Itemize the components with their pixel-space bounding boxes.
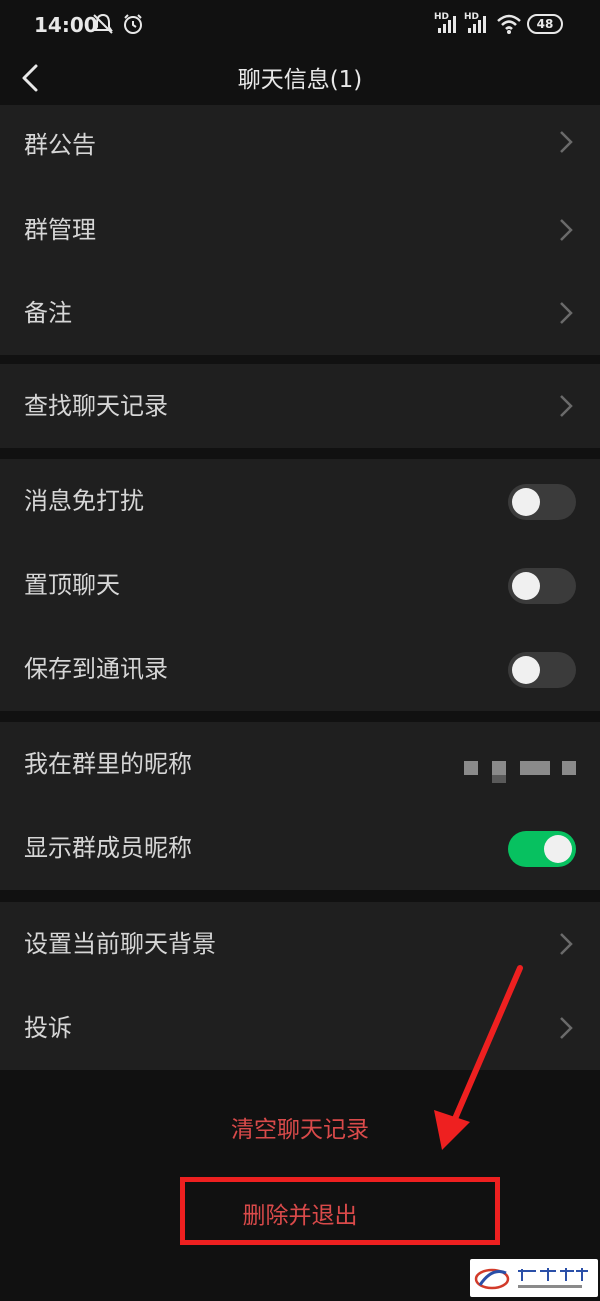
chevron-right-icon <box>560 131 573 153</box>
settings-section: 消息免打扰 置顶聊天 保存到通讯录 <box>0 459 600 711</box>
row-label-manage: 群管理 <box>24 216 96 244</box>
row-sticky: 置顶聊天 <box>0 543 600 627</box>
status-bar: 14:00 HD HD 48 <box>0 0 600 50</box>
row-show-nicknames: 显示群成员昵称 <box>0 806 600 890</box>
status-time: 14:00 <box>34 13 98 37</box>
annotation-highlight-box <box>180 1177 500 1245</box>
toggle-knob <box>512 488 540 516</box>
row-label-save-contacts: 保存到通讯录 <box>24 655 168 683</box>
chevron-right-icon <box>560 933 573 955</box>
row-label-complain: 投诉 <box>24 1014 72 1042</box>
title-bar: 聊天信息(1) <box>0 50 600 105</box>
wifi-icon <box>497 14 521 34</box>
nickname-value-blurred <box>464 761 578 783</box>
battery-indicator: 48 <box>527 14 563 34</box>
row-label-set-background: 设置当前聊天背景 <box>24 930 216 958</box>
row-save-contacts: 保存到通讯录 <box>0 627 600 711</box>
row-label-mute: 消息免打扰 <box>24 487 144 515</box>
group-info-section: 群公告 群管理 备注 <box>0 105 600 355</box>
row-label-my-nickname: 我在群里的昵称 <box>24 750 192 778</box>
row-find-history[interactable]: 查找聊天记录 <box>0 364 600 448</box>
chevron-right-icon <box>560 1017 573 1039</box>
alarm-icon <box>124 14 142 34</box>
nickname-section: 我在群里的昵称 显示群成员昵称 <box>0 722 600 890</box>
cellular-signal-icon <box>438 16 456 33</box>
row-mute: 消息免打扰 <box>0 459 600 543</box>
chevron-right-icon <box>560 219 573 241</box>
row-my-nickname[interactable]: 我在群里的昵称 <box>0 722 600 806</box>
row-label-sticky: 置顶聊天 <box>24 571 120 599</box>
row-label-find-history: 查找聊天记录 <box>24 392 168 420</box>
toggle-knob <box>512 656 540 684</box>
toggle-knob <box>512 572 540 600</box>
row-label-remark: 备注 <box>24 299 72 327</box>
cellular-signal-icon-2 <box>468 16 486 33</box>
chevron-right-icon <box>560 302 573 324</box>
annotation-arrow-icon <box>434 965 523 1150</box>
row-label-announcement: 群公告 <box>24 131 96 159</box>
save-contacts-toggle[interactable] <box>508 652 576 688</box>
watermark-logo-icon <box>474 1267 590 1290</box>
search-section: 查找聊天记录 <box>0 364 600 448</box>
notifications-off-icon <box>93 13 113 34</box>
row-group-manage[interactable]: 群管理 <box>0 188 600 272</box>
watermark-logo <box>470 1259 598 1297</box>
row-group-announcement[interactable]: 群公告 <box>0 105 600 189</box>
sticky-toggle[interactable] <box>508 568 576 604</box>
battery-level: 48 <box>536 17 554 31</box>
row-remark[interactable]: 备注 <box>0 271 600 355</box>
row-label-show-nicknames: 显示群成员昵称 <box>24 834 192 862</box>
page-title: 聊天信息(1) <box>237 67 363 93</box>
chevron-right-icon <box>560 395 573 417</box>
mute-toggle[interactable] <box>508 484 576 520</box>
toggle-knob <box>544 835 572 863</box>
show-nicknames-toggle[interactable] <box>508 831 576 867</box>
